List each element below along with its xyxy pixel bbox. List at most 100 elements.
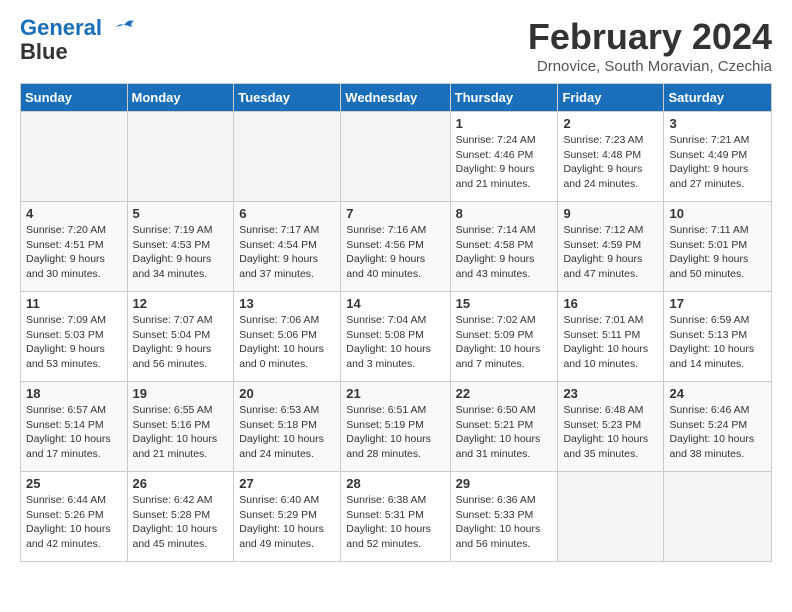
calendar-cell: 13 Sunrise: 7:06 AM Sunset: 5:06 PM Dayli… [234,292,341,382]
day-info: Sunrise: 6:59 AM Sunset: 5:13 PM Dayligh… [669,313,766,372]
day-number: 17 [669,296,766,311]
day-number: 12 [133,296,229,311]
day-info: Sunrise: 7:23 AM Sunset: 4:48 PM Dayligh… [563,133,658,192]
calendar-cell [558,472,664,562]
calendar-cell: 18Sunrise: 6:57 AM Sunset: 5:14 PM Dayli… [21,382,128,472]
day-number: 11 [26,296,122,311]
week-row-4: 18Sunrise: 6:57 AM Sunset: 5:14 PM Dayli… [21,382,772,472]
day-info: Sunrise: 7:11 AM Sunset: 5:01 PM Dayligh… [669,223,766,282]
calendar-table: SundayMondayTuesdayWednesdayThursdayFrid… [20,83,772,562]
calendar-cell: 2 Sunrise: 7:23 AM Sunset: 4:48 PM Daylig… [558,112,664,202]
day-number: 2 [563,116,658,131]
calendar-cell: 7 Sunrise: 7:16 AM Sunset: 4:56 PM Daylig… [341,202,450,292]
day-info: Sunrise: 6:42 AM Sunset: 5:28 PM Dayligh… [133,493,229,552]
day-info: Sunrise: 6:55 AM Sunset: 5:16 PM Dayligh… [133,403,229,462]
week-row-1: 1 Sunrise: 7:24 AM Sunset: 4:46 PM Daylig… [21,112,772,202]
calendar-cell [127,112,234,202]
month-title: February 2024 [528,16,772,58]
calendar-cell: 9Sunrise: 7:12 AM Sunset: 4:59 PM Daylig… [558,202,664,292]
calendar-cell: 3 Sunrise: 7:21 AM Sunset: 4:49 PM Daylig… [664,112,772,202]
day-number: 15 [456,296,553,311]
day-header-saturday: Saturday [664,84,772,112]
calendar-cell: 16 Sunrise: 7:01 AM Sunset: 5:11 PM Dayli… [558,292,664,382]
logo-general: General [20,15,102,40]
day-header-monday: Monday [127,84,234,112]
day-number: 23 [563,386,658,401]
calendar-cell: 27Sunrise: 6:40 AM Sunset: 5:29 PM Dayli… [234,472,341,562]
day-number: 21 [346,386,444,401]
calendar-cell: 19 Sunrise: 6:55 AM Sunset: 5:16 PM Dayli… [127,382,234,472]
day-number: 29 [456,476,553,491]
day-number: 5 [133,206,229,221]
day-info: Sunrise: 7:24 AM Sunset: 4:46 PM Dayligh… [456,133,553,192]
day-info: Sunrise: 7:07 AM Sunset: 5:04 PM Dayligh… [133,313,229,372]
calendar-cell: 4Sunrise: 7:20 AM Sunset: 4:51 PM Daylig… [21,202,128,292]
day-info: Sunrise: 6:46 AM Sunset: 5:24 PM Dayligh… [669,403,766,462]
day-info: Sunrise: 6:48 AM Sunset: 5:23 PM Dayligh… [563,403,658,462]
day-info: Sunrise: 6:53 AM Sunset: 5:18 PM Dayligh… [239,403,335,462]
day-number: 19 [133,386,229,401]
day-info: Sunrise: 7:17 AM Sunset: 4:54 PM Dayligh… [239,223,335,282]
title-area: February 2024 Drnovice, South Moravian, … [528,16,772,75]
calendar-cell: 5Sunrise: 7:19 AM Sunset: 4:53 PM Daylig… [127,202,234,292]
calendar-cell: 29Sunrise: 6:36 AM Sunset: 5:33 PM Dayli… [450,472,558,562]
calendar-cell: 28 Sunrise: 6:38 AM Sunset: 5:31 PM Dayli… [341,472,450,562]
day-info: Sunrise: 7:09 AM Sunset: 5:03 PM Dayligh… [26,313,122,372]
calendar-cell: 20 Sunrise: 6:53 AM Sunset: 5:18 PM Dayli… [234,382,341,472]
week-row-3: 11 Sunrise: 7:09 AM Sunset: 5:03 PM Dayli… [21,292,772,382]
day-info: Sunrise: 7:01 AM Sunset: 5:11 PM Dayligh… [563,313,658,372]
day-number: 25 [26,476,122,491]
day-number: 7 [346,206,444,221]
day-number: 10 [669,206,766,221]
day-number: 14 [346,296,444,311]
day-header-tuesday: Tuesday [234,84,341,112]
location-subtitle: Drnovice, South Moravian, Czechia [528,58,772,75]
day-info: Sunrise: 6:44 AM Sunset: 5:26 PM Dayligh… [26,493,122,552]
calendar-cell: 23 Sunrise: 6:48 AM Sunset: 5:23 PM Dayli… [558,382,664,472]
calendar-cell: 1 Sunrise: 7:24 AM Sunset: 4:46 PM Daylig… [450,112,558,202]
day-info: Sunrise: 6:50 AM Sunset: 5:21 PM Dayligh… [456,403,553,462]
day-number: 6 [239,206,335,221]
calendar-cell: 10 Sunrise: 7:11 AM Sunset: 5:01 PM Dayli… [664,202,772,292]
page-header: General Blue February 2024 Drnovice, Sou… [20,16,772,75]
calendar-cell: 14Sunrise: 7:04 AM Sunset: 5:08 PM Dayli… [341,292,450,382]
logo: General Blue [20,16,138,64]
day-header-friday: Friday [558,84,664,112]
day-info: Sunrise: 6:51 AM Sunset: 5:19 PM Dayligh… [346,403,444,462]
calendar-cell: 12 Sunrise: 7:07 AM Sunset: 5:04 PM Dayli… [127,292,234,382]
day-number: 4 [26,206,122,221]
header-row: SundayMondayTuesdayWednesdayThursdayFrid… [21,84,772,112]
calendar-cell: 24Sunrise: 6:46 AM Sunset: 5:24 PM Dayli… [664,382,772,472]
day-number: 28 [346,476,444,491]
calendar-cell: 25 Sunrise: 6:44 AM Sunset: 5:26 PM Dayli… [21,472,128,562]
day-info: Sunrise: 7:14 AM Sunset: 4:58 PM Dayligh… [456,223,553,282]
logo-bird-icon [104,17,138,45]
day-number: 22 [456,386,553,401]
day-info: Sunrise: 6:38 AM Sunset: 5:31 PM Dayligh… [346,493,444,552]
day-info: Sunrise: 7:21 AM Sunset: 4:49 PM Dayligh… [669,133,766,192]
day-number: 1 [456,116,553,131]
calendar-cell: 6 Sunrise: 7:17 AM Sunset: 4:54 PM Daylig… [234,202,341,292]
calendar-cell: 11 Sunrise: 7:09 AM Sunset: 5:03 PM Dayli… [21,292,128,382]
day-info: Sunrise: 6:40 AM Sunset: 5:29 PM Dayligh… [239,493,335,552]
day-info: Sunrise: 6:57 AM Sunset: 5:14 PM Dayligh… [26,403,122,462]
day-info: Sunrise: 7:16 AM Sunset: 4:56 PM Dayligh… [346,223,444,282]
day-number: 26 [133,476,229,491]
day-number: 3 [669,116,766,131]
calendar-cell: 8 Sunrise: 7:14 AM Sunset: 4:58 PM Daylig… [450,202,558,292]
day-header-sunday: Sunday [21,84,128,112]
week-row-5: 25 Sunrise: 6:44 AM Sunset: 5:26 PM Dayli… [21,472,772,562]
day-number: 16 [563,296,658,311]
day-header-wednesday: Wednesday [341,84,450,112]
day-info: Sunrise: 7:12 AM Sunset: 4:59 PM Dayligh… [563,223,658,282]
calendar-cell: 17 Sunrise: 6:59 AM Sunset: 5:13 PM Dayli… [664,292,772,382]
logo-blue: Blue [20,39,68,64]
calendar-cell: 21 Sunrise: 6:51 AM Sunset: 5:19 PM Dayli… [341,382,450,472]
day-number: 20 [239,386,335,401]
day-number: 13 [239,296,335,311]
calendar-cell: 26 Sunrise: 6:42 AM Sunset: 5:28 PM Dayli… [127,472,234,562]
day-info: Sunrise: 7:06 AM Sunset: 5:06 PM Dayligh… [239,313,335,372]
calendar-cell [341,112,450,202]
day-number: 8 [456,206,553,221]
calendar-cell [664,472,772,562]
